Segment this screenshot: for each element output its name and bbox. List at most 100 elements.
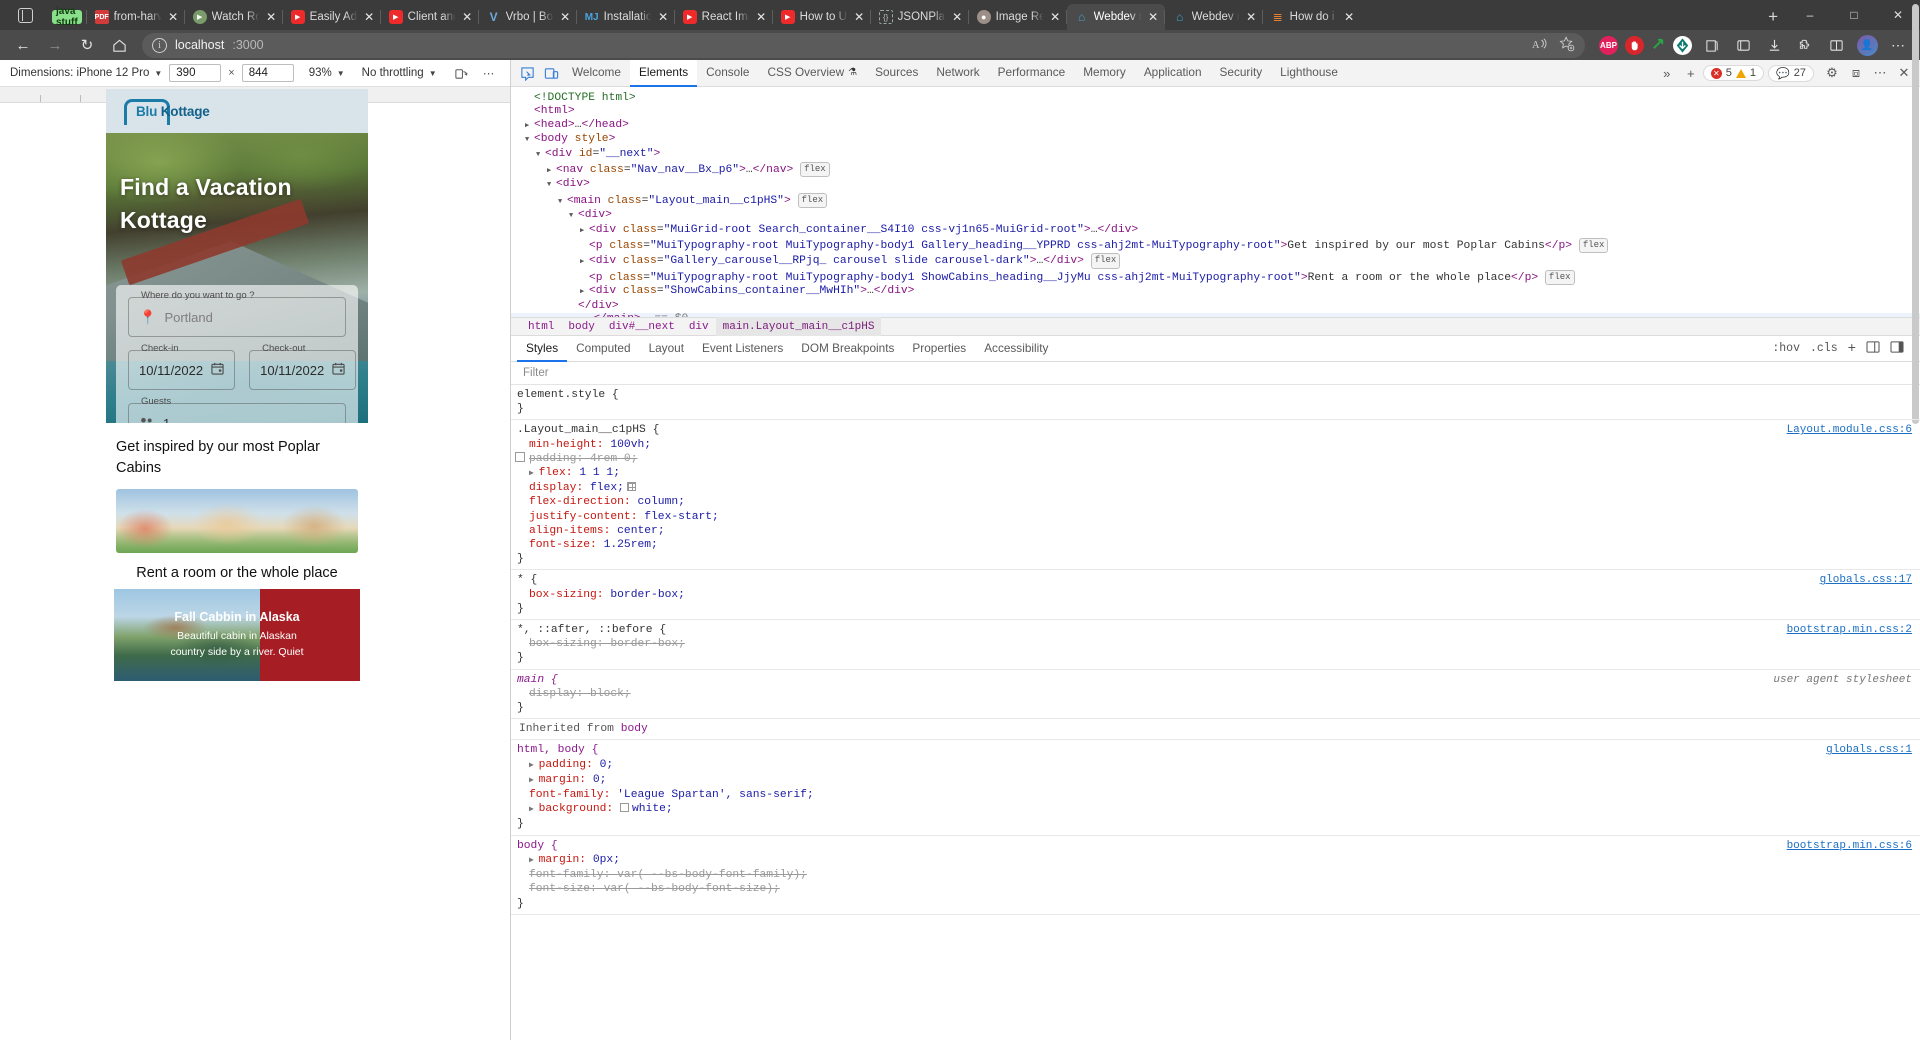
devtools-tab-css-overview[interactable]: CSS Overview ⚗ xyxy=(758,60,866,87)
css-property-value[interactable]: flex-start; xyxy=(644,511,719,523)
css-selector[interactable]: .Layout_main__c1pHS { xyxy=(517,423,1920,437)
breadcrumb-item[interactable]: html xyxy=(521,317,561,336)
dom-node-line[interactable]: ▼ <main class="Layout_main__c1pHS"> flex xyxy=(511,192,1920,209)
reload-button[interactable]: ↻ xyxy=(72,32,102,58)
css-declaration[interactable]: ▶ padding: 0; xyxy=(517,758,1920,773)
blu-kottage-logo[interactable]: Blu Kottage xyxy=(124,98,210,125)
close-tab-icon[interactable]: ✕ xyxy=(559,10,572,24)
browser-tab[interactable]: java stuffjava stuff✕ xyxy=(44,4,87,30)
styles-tab-accessibility[interactable]: Accessibility xyxy=(975,336,1057,362)
styles-tab-computed[interactable]: Computed xyxy=(567,336,639,362)
css-source-link[interactable]: bootstrap.min.css:2 xyxy=(1787,623,1912,637)
expand-shorthand-icon[interactable]: ▶ xyxy=(529,805,539,814)
close-tab-icon[interactable]: ✕ xyxy=(1049,10,1062,24)
browser-tab[interactable]: PDF from-harve ✕ xyxy=(85,4,185,30)
css-rule[interactable]: html, body {globals.css:1 ▶ padding: 0; ▶ … xyxy=(511,740,1920,836)
new-tab-button[interactable]: + xyxy=(1758,7,1788,30)
css-selector[interactable]: html, body { xyxy=(517,743,1920,757)
css-property-value[interactable]: 100vh; xyxy=(610,439,651,451)
checkin-input[interactable]: 10/11/2022 xyxy=(139,363,203,378)
inherited-target[interactable]: body xyxy=(621,723,648,735)
css-source-link[interactable]: globals.css:17 xyxy=(1820,573,1912,587)
zoom-selector[interactable]: 93% ▼ xyxy=(309,67,345,79)
css-rule[interactable]: *, ::after, ::before {bootstrap.min.css:… xyxy=(511,620,1920,670)
toggle-sidebar-icon[interactable] xyxy=(1890,340,1904,357)
minimize-button[interactable]: – xyxy=(1788,0,1832,30)
css-selector[interactable]: body { xyxy=(517,839,1920,853)
dom-node-line[interactable]: ▶ <div class="Gallery_carousel__RPjq_ car… xyxy=(511,253,1920,269)
download-extension-icon[interactable] xyxy=(1673,35,1692,55)
css-property-value[interactable]: border-box; xyxy=(610,638,685,650)
expand-arrow-icon[interactable] xyxy=(569,300,578,313)
expand-shorthand-icon[interactable]: ▶ xyxy=(529,469,539,478)
expand-shorthand-icon[interactable]: ▶ xyxy=(529,856,539,865)
back-button[interactable]: ← xyxy=(8,32,38,58)
settings-more-icon[interactable]: ⋯ xyxy=(1884,32,1912,58)
css-rule[interactable]: main {user agent stylesheet display: bloc… xyxy=(511,670,1920,720)
css-property-value[interactable]: 0; xyxy=(600,759,614,771)
dom-node-line[interactable]: ▼ <body style> xyxy=(511,133,1920,147)
browser-tab[interactable]: ⌂ Webdev ne ✕ xyxy=(1065,4,1165,30)
css-property-value[interactable]: white; xyxy=(632,803,673,815)
css-declaration[interactable]: min-height: 100vh; xyxy=(517,438,1920,452)
css-property-value[interactable]: center; xyxy=(617,525,664,537)
css-declaration[interactable]: flex-direction: column; xyxy=(517,495,1920,509)
css-declaration[interactable]: font-family: var( --bs-body-font-family)… xyxy=(517,868,1920,882)
dock-side-icon[interactable]: ⧈ xyxy=(1844,62,1868,84)
browser-tab[interactable]: ▶ How to Us ✕ xyxy=(771,4,871,30)
css-declaration[interactable]: padding: 4rem 0; xyxy=(515,451,1920,466)
browser-tab[interactable]: ⌂ Webdev ne ✕ xyxy=(1163,4,1263,30)
new-style-rule-button[interactable]: + xyxy=(1848,341,1856,357)
dom-node-line[interactable]: ▼ <div id="__next"> xyxy=(511,148,1920,162)
dom-node-line[interactable]: ▶ <div class="MuiGrid-root Search_contain… xyxy=(511,224,1920,238)
breadcrumb-item[interactable]: div xyxy=(682,317,716,336)
css-declaration[interactable]: box-sizing: border-box; xyxy=(517,637,1920,651)
browser-essentials-icon[interactable] xyxy=(1729,32,1757,58)
css-selector[interactable]: main { xyxy=(517,673,1920,687)
devtools-settings-icon[interactable]: ⚙ xyxy=(1820,62,1844,84)
guests-field[interactable]: Guests 1 xyxy=(128,396,346,424)
devtools-tab-network[interactable]: Network xyxy=(927,60,988,87)
issues-counter[interactable]: ✕ 5 1 xyxy=(1702,65,1765,81)
css-declaration[interactable]: ▶ flex: 1 1 1; xyxy=(517,466,1920,481)
close-tab-icon[interactable]: ✕ xyxy=(1245,10,1258,24)
expand-arrow-icon[interactable]: ▼ xyxy=(569,210,578,223)
device-selector[interactable]: Dimensions: iPhone 12 Pro ▼ xyxy=(10,67,162,79)
css-declaration[interactable]: font-size: 1.25rem; xyxy=(517,538,1920,552)
css-declaration[interactable]: ▶ margin: 0; xyxy=(517,773,1920,788)
close-tab-icon[interactable]: ✕ xyxy=(755,10,768,24)
close-tab-icon[interactable]: ✕ xyxy=(167,10,180,24)
styles-filter-input[interactable]: Filter xyxy=(523,367,549,379)
expand-arrow-icon[interactable]: ▶ xyxy=(547,165,556,178)
devtools-tab-welcome[interactable]: Welcome xyxy=(563,60,630,87)
dom-node-line[interactable]: </div> xyxy=(511,300,1920,313)
css-declaration[interactable]: font-size: var( --bs-body-font-size); xyxy=(517,882,1920,896)
devtools-tab-console[interactable]: Console xyxy=(697,60,758,87)
expand-arrow-icon[interactable]: ▼ xyxy=(536,149,545,162)
dom-node-line[interactable]: ▼ <div> xyxy=(511,209,1920,223)
css-declaration[interactable]: align-items: center; xyxy=(517,524,1920,538)
add-panel-button[interactable]: + xyxy=(1679,62,1703,84)
browser-tab[interactable]: V Vrbo | Boo ✕ xyxy=(477,4,577,30)
expand-arrow-icon[interactable] xyxy=(584,313,593,317)
close-tab-icon[interactable]: ✕ xyxy=(265,10,278,24)
browser-tab[interactable]: ▶ React Imag ✕ xyxy=(673,4,773,30)
css-property-value[interactable]: flex; xyxy=(590,482,624,494)
css-source-link[interactable]: bootstrap.min.css:6 xyxy=(1787,839,1912,853)
css-source-link[interactable]: Layout.module.css:6 xyxy=(1787,423,1912,437)
css-source-link[interactable]: globals.css:1 xyxy=(1826,743,1912,757)
flex-badge[interactable]: flex xyxy=(1578,238,1609,254)
css-property-value[interactable]: column; xyxy=(637,496,684,508)
flex-badge[interactable]: flex xyxy=(1544,269,1575,286)
css-declaration[interactable]: ▶ margin: 0px; xyxy=(517,853,1920,868)
css-property-value[interactable]: 0; xyxy=(593,774,607,786)
collections-icon[interactable] xyxy=(1698,32,1726,58)
styles-tab-layout[interactable]: Layout xyxy=(640,336,693,362)
css-property-value[interactable]: 0px; xyxy=(593,854,620,866)
devtools-tab-lighthouse[interactable]: Lighthouse xyxy=(1271,60,1347,87)
blocker-extension-icon[interactable] xyxy=(1625,35,1644,55)
guests-input[interactable]: 1 xyxy=(163,416,170,424)
flexbox-editor-icon[interactable] xyxy=(626,482,636,492)
css-declaration[interactable]: box-sizing: border-box; xyxy=(517,588,1920,602)
more-options-icon[interactable]: ⋯ xyxy=(479,63,499,83)
